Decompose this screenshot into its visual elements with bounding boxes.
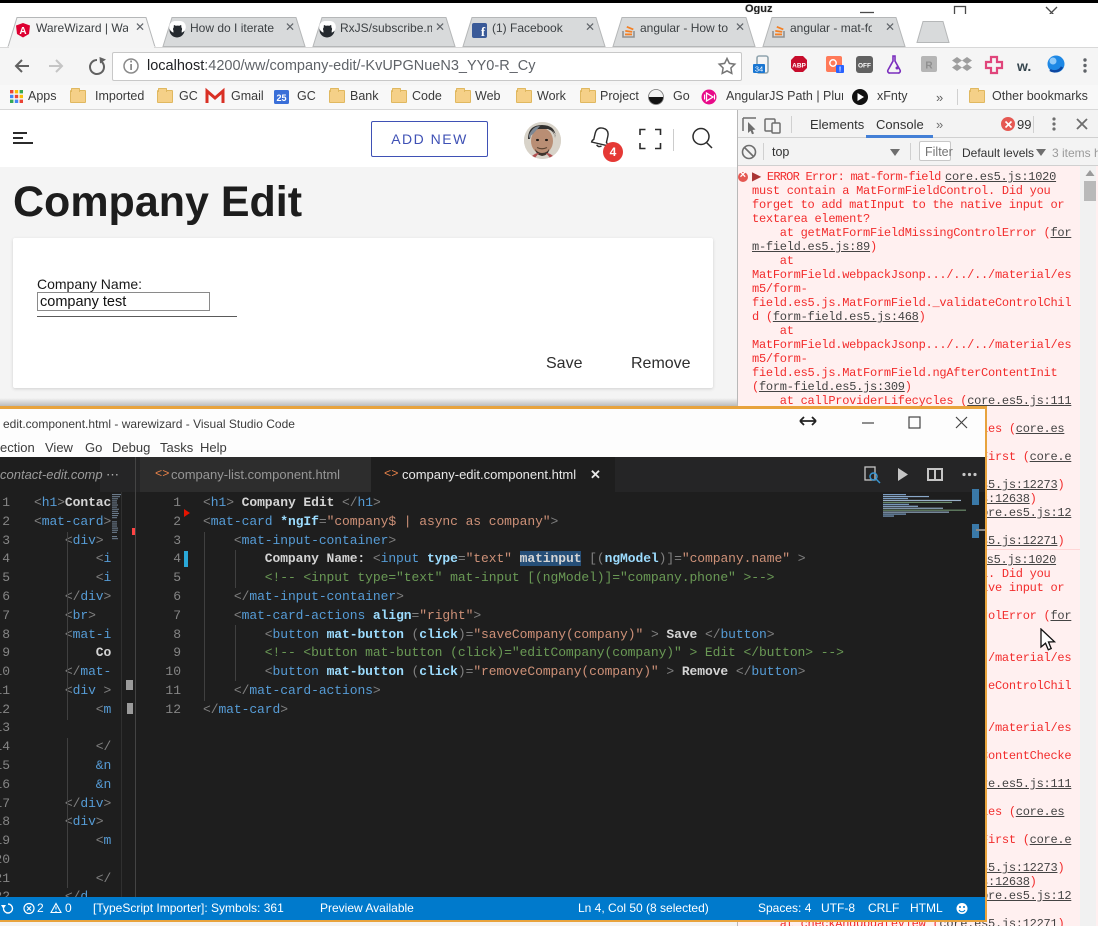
svg-text:25: 25 [276, 93, 286, 103]
svg-text:R: R [925, 61, 933, 72]
svg-text:A: A [19, 26, 26, 37]
svg-text:!: ! [839, 67, 841, 74]
svg-text:34: 34 [755, 65, 763, 74]
svg-text:f: f [481, 24, 486, 39]
svg-text:OFF: OFF [858, 63, 871, 70]
svg-text:ABP: ABP [792, 63, 806, 70]
svg-text:»: » [936, 90, 943, 105]
svg-text:w.: w. [1016, 58, 1031, 74]
